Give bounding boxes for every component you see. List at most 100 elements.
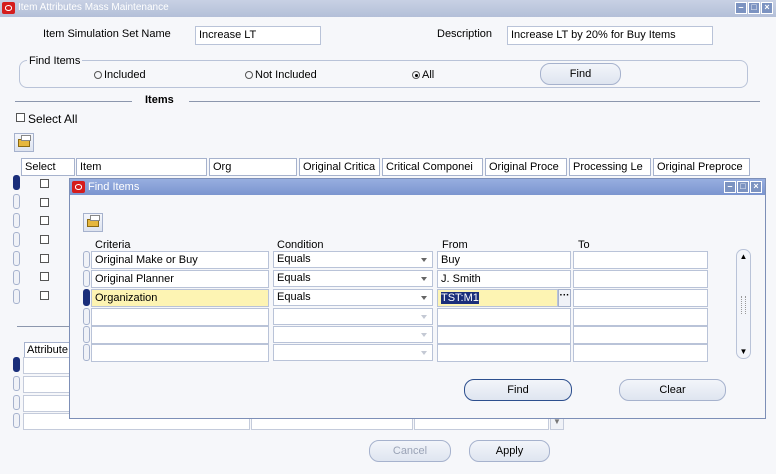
condition-header: Condition [277, 239, 324, 251]
col-original-processing[interactable]: Original Proce [485, 158, 567, 176]
row-select-checkbox[interactable] [40, 291, 49, 300]
criteria-header: Criteria [95, 239, 131, 251]
criteria-field[interactable]: Organization [91, 289, 269, 307]
radio-included[interactable]: Included [94, 69, 146, 81]
scroll-up-icon[interactable]: ▲ [737, 252, 750, 261]
row-indicator-active[interactable] [13, 175, 20, 190]
sim-set-field[interactable]: Increase LT [195, 26, 321, 45]
main-title-bar[interactable]: Item Attributes Mass Maintenance – □ × [0, 0, 776, 17]
radio-included-icon [94, 71, 102, 80]
to-field[interactable] [573, 326, 708, 344]
condition-dropdown[interactable]: Equals [273, 251, 433, 268]
radio-not-included-icon [245, 71, 253, 80]
from-field[interactable]: J. Smith [437, 270, 571, 288]
dialog-title-bar[interactable]: Find Items – □ × [70, 179, 765, 195]
select-all-checkbox[interactable] [16, 113, 25, 122]
col-org[interactable]: Org [209, 158, 297, 176]
oracle-logo-icon [2, 2, 15, 14]
row-indicator[interactable] [13, 194, 20, 209]
row-indicator[interactable] [13, 270, 20, 285]
attr-row[interactable] [23, 357, 70, 374]
col-original-critical[interactable]: Original Critica [299, 158, 380, 176]
attr-row-indicator[interactable] [13, 413, 20, 428]
attr-row[interactable] [23, 376, 70, 393]
from-field[interactable]: Buy [437, 251, 571, 269]
col-original-preprocessing[interactable]: Original Preproce [653, 158, 750, 176]
col-processing-lead[interactable]: Processing Le [569, 158, 651, 176]
sim-set-label: Item Simulation Set Name [43, 28, 171, 40]
radio-all-icon [412, 71, 420, 80]
dialog-minimize-icon[interactable]: – [724, 181, 736, 193]
criteria-row-indicator[interactable] [83, 308, 90, 325]
criteria-scrollbar[interactable]: ▲ ▼ [736, 249, 751, 359]
row-select-checkbox[interactable] [40, 179, 49, 188]
to-field[interactable] [573, 308, 708, 326]
attr-row-indicator[interactable] [13, 376, 20, 391]
col-item[interactable]: Item [76, 158, 207, 176]
row-indicator[interactable] [13, 289, 20, 304]
description-field[interactable]: Increase LT by 20% for Buy Items [507, 26, 713, 45]
dialog-clear-button[interactable]: Clear [619, 379, 726, 401]
lov-button[interactable]: ··· [558, 289, 571, 307]
close-icon[interactable]: × [761, 2, 773, 14]
criteria-row-indicator[interactable] [83, 251, 90, 268]
scroll-thumb[interactable] [741, 296, 746, 314]
row-select-checkbox[interactable] [40, 272, 49, 281]
criteria-row-indicator-active[interactable] [83, 289, 90, 306]
maximize-icon[interactable]: □ [748, 2, 760, 14]
dialog-find-button[interactable]: Find [464, 379, 572, 401]
row-select-checkbox[interactable] [40, 216, 49, 225]
dialog-folder-button[interactable] [83, 213, 103, 232]
from-field-selected[interactable]: TST:M1 [437, 289, 558, 307]
attr-row[interactable] [23, 395, 70, 412]
to-field[interactable] [573, 289, 708, 307]
criteria-row-indicator[interactable] [83, 326, 90, 343]
cancel-button[interactable]: Cancel [369, 440, 451, 462]
attr-row-indicator[interactable] [13, 395, 20, 410]
row-indicator[interactable] [13, 232, 20, 247]
condition-dropdown[interactable]: Equals [273, 270, 433, 287]
find-items-dialog: Find Items – □ × Criteria Condition From… [69, 178, 766, 419]
folder-button[interactable] [14, 133, 34, 152]
scroll-down-icon[interactable]: ▼ [737, 347, 750, 356]
row-select-checkbox[interactable] [40, 254, 49, 263]
condition-dropdown[interactable] [273, 308, 433, 325]
row-select-checkbox[interactable] [40, 235, 49, 244]
items-divider-left [15, 101, 132, 102]
col-critical-component[interactable]: Critical Componei [382, 158, 483, 176]
criteria-field[interactable]: Original Planner [91, 270, 269, 288]
criteria-row-indicator[interactable] [83, 270, 90, 287]
col-select[interactable]: Select [21, 158, 75, 176]
radio-all-label: All [422, 69, 435, 81]
condition-dropdown[interactable]: Equals [273, 289, 433, 306]
find-items-button[interactable]: Find [540, 63, 621, 85]
dialog-close-icon[interactable]: × [750, 181, 762, 193]
row-indicator[interactable] [13, 251, 20, 266]
to-field[interactable] [573, 251, 708, 269]
window-title: Item Attributes Mass Maintenance [18, 2, 169, 13]
from-field[interactable] [437, 326, 571, 344]
to-field[interactable] [573, 344, 708, 362]
row-indicator[interactable] [13, 213, 20, 228]
criteria-field[interactable] [91, 344, 269, 362]
condition-dropdown[interactable] [273, 344, 433, 361]
select-all-label: Select All [28, 112, 78, 126]
criteria-field[interactable] [91, 326, 269, 344]
to-field[interactable] [573, 270, 708, 288]
condition-dropdown[interactable] [273, 326, 433, 343]
from-field[interactable] [437, 308, 571, 326]
row-select-checkbox[interactable] [40, 198, 49, 207]
attr-row-indicator-active[interactable] [13, 357, 20, 372]
dialog-oracle-logo-icon [72, 181, 85, 193]
apply-button[interactable]: Apply [469, 440, 550, 462]
radio-included-label: Included [104, 69, 146, 81]
radio-all[interactable]: All [412, 69, 434, 81]
dialog-maximize-icon[interactable]: □ [737, 181, 749, 193]
criteria-field[interactable] [91, 308, 269, 326]
criteria-field[interactable]: Original Make or Buy [91, 251, 269, 269]
minimize-icon[interactable]: – [735, 2, 747, 14]
criteria-row-indicator[interactable] [83, 344, 90, 361]
dialog-title: Find Items [88, 181, 140, 193]
radio-not-included[interactable]: Not Included [245, 69, 317, 81]
from-field[interactable] [437, 344, 571, 362]
